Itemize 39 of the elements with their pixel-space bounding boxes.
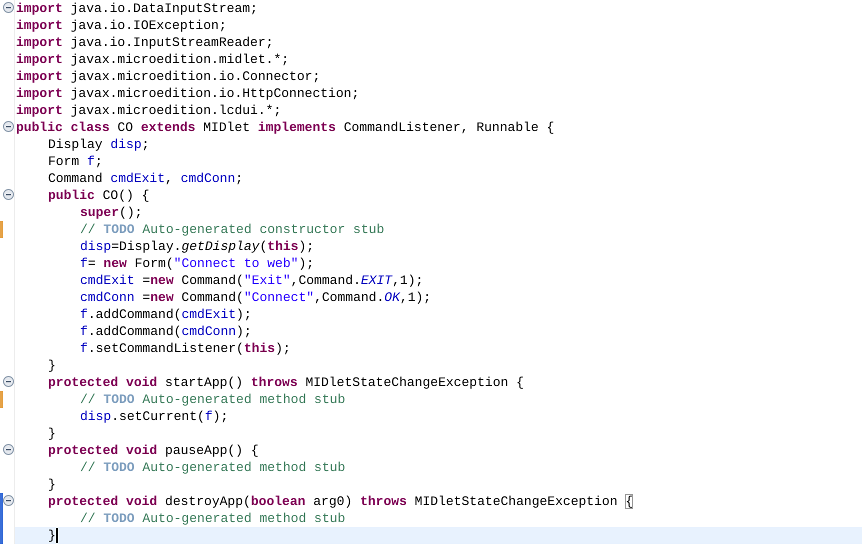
code-line: // TODO Auto-generated method stub — [80, 391, 346, 408]
code-line: cmdExit =new Command("Exit",Command.EXIT,1); — [80, 272, 424, 289]
collapse-icon[interactable] — [3, 444, 14, 455]
code-line: import java.io.IOException; — [16, 17, 227, 34]
code-line: protected void startApp() throws MIDletStateChangeException { — [48, 374, 524, 391]
code-line: Display disp; — [48, 136, 150, 153]
code-line: import javax.microedition.io.HttpConnection; — [16, 85, 360, 102]
code-line: import java.io.InputStreamReader; — [16, 34, 274, 51]
code-line: disp.setCurrent(f); — [80, 408, 228, 425]
code-line: disp=Display.getDisplay(this); — [80, 238, 314, 255]
code-line: f.setCommandListener(this); — [80, 340, 291, 357]
collapse-icon[interactable] — [3, 2, 14, 13]
code-line: import javax.microedition.lcdui.*; — [16, 102, 282, 119]
collapse-icon[interactable] — [3, 495, 14, 506]
code-line: f.addCommand(cmdExit); — [80, 306, 252, 323]
collapse-icon[interactable] — [3, 376, 14, 387]
code-line: } — [48, 476, 56, 493]
code-line: // TODO Auto-generated constructor stub — [80, 221, 384, 238]
collapse-icon[interactable] — [3, 121, 14, 132]
text-cursor — [56, 528, 58, 543]
code-line: import javax.microedition.midlet.*; — [16, 51, 290, 68]
code-line: public CO() { — [48, 187, 150, 204]
code-line: import javax.microedition.io.Connector; — [16, 68, 320, 85]
code-line: } — [48, 425, 56, 442]
code-line: protected void destroyApp(boolean arg0) throws MIDletStateChangeException { — [48, 493, 634, 510]
code-line: } — [48, 527, 56, 544]
collapse-icon[interactable] — [3, 189, 14, 200]
code-line: f.addCommand(cmdConn); — [80, 323, 252, 340]
code-line: public class CO extends MIDlet implements CommandListener, Runnable { — [16, 119, 554, 136]
code-line: // TODO Auto-generated method stub — [80, 510, 346, 527]
code-line: f= new Form("Connect to web"); — [80, 255, 314, 272]
code-line: protected void pauseApp() { — [48, 442, 259, 459]
code-line: super(); — [80, 204, 142, 221]
code-line: } — [48, 357, 56, 374]
code-line: Command cmdExit, cmdConn; — [48, 170, 244, 187]
code-line: import java.io.DataInputStream; — [16, 0, 258, 17]
code-line: // TODO Auto-generated method stub — [80, 459, 346, 476]
code-line: cmdConn =new Command("Connect",Command.OK,1); — [80, 289, 432, 306]
code-line: Form f; — [48, 153, 103, 170]
